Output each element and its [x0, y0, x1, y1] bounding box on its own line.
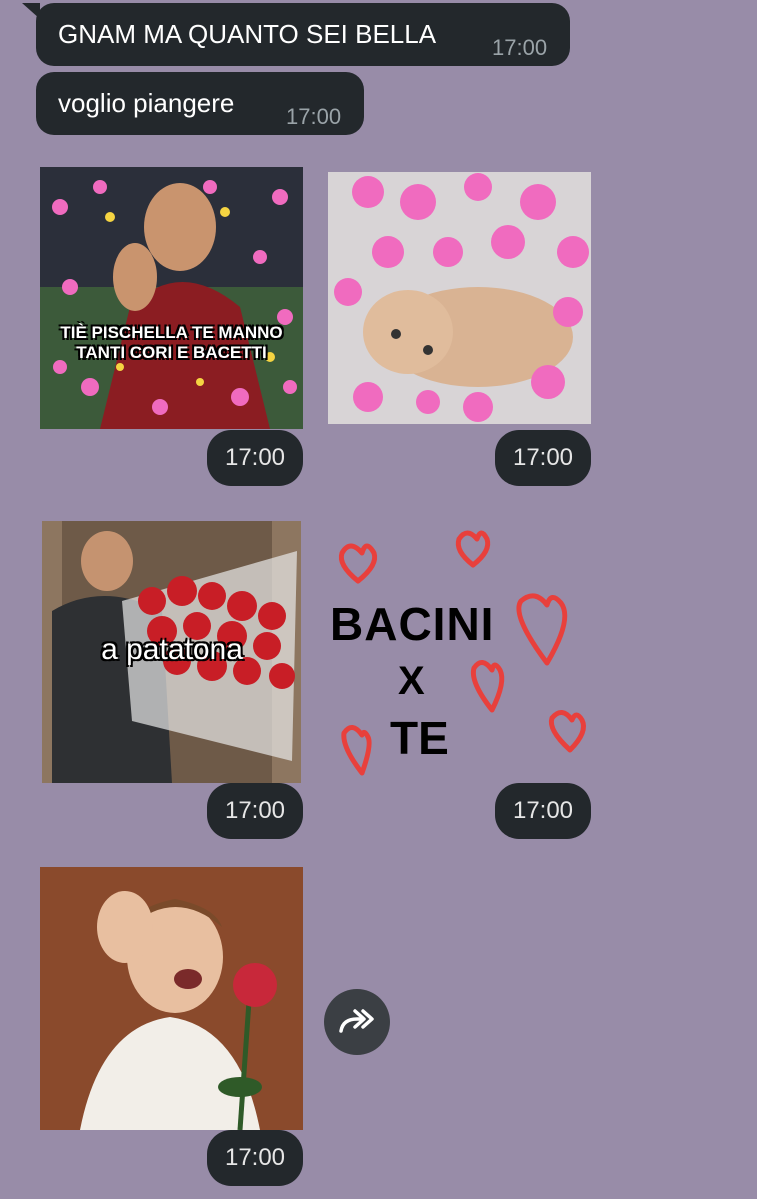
sticker-boy[interactable] [40, 867, 303, 1130]
sticker-time: 17:00 [207, 430, 303, 486]
forward-icon [339, 1009, 374, 1033]
forward-button[interactable] [324, 989, 390, 1055]
sticker-time: 17:00 [207, 1130, 303, 1186]
sticker-bacini-image [338, 530, 586, 776]
sticker-bacini-line3: TE [390, 712, 449, 764]
sticker-time: 17:00 [495, 783, 591, 839]
sticker-cat-image [328, 172, 591, 424]
sticker-roses[interactable]: a patatona [42, 521, 301, 783]
sticker-bacini-line1: BACINI [330, 598, 495, 650]
sticker-cat[interactable] [328, 172, 591, 424]
sticker-caption: a patatona [101, 633, 243, 666]
sticker-kiss-image [40, 167, 303, 429]
sticker-bacini[interactable]: BACINI X TE [322, 525, 597, 780]
sticker-kiss[interactable]: TIÈ PISCHELLA TE MANNO TANTI CORI E BACE… [40, 167, 303, 429]
message-time: 17:00 [286, 104, 342, 129]
message-text: GNAM MA QUANTO SEI BELLA [58, 19, 437, 49]
sticker-time: 17:00 [495, 430, 591, 486]
sticker-boy-image [40, 867, 303, 1130]
bubble-tail [22, 3, 40, 19]
sticker-caption: TIÈ PISCHELLA TE MANNO TANTI CORI E BACE… [60, 323, 283, 362]
message-bubble[interactable]: GNAM MA QUANTO SEI BELLA 17:00 [22, 3, 570, 66]
message-bubble[interactable]: voglio piangere 17:00 [36, 72, 364, 135]
sticker-bacini-line2: X [398, 659, 425, 703]
message-text: voglio piangere [58, 88, 235, 118]
sticker-time: 17:00 [207, 783, 303, 839]
message-time: 17:00 [492, 35, 548, 60]
